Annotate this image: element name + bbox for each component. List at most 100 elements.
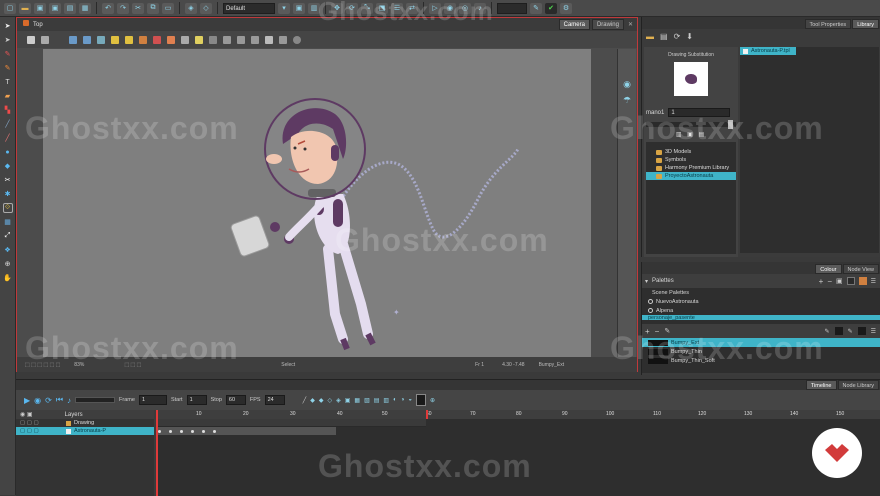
ease-icon[interactable]: ◐ (393, 397, 397, 403)
insert-frame-icon[interactable]: ▦ (354, 397, 360, 404)
keyframe-dot[interactable] (202, 429, 205, 433)
key-icon[interactable]: ◆ (310, 397, 315, 404)
zoom-timeline-icon[interactable]: ⊕ (430, 397, 435, 404)
redo-icon[interactable]: ↷ (117, 2, 129, 14)
keyframe-dot[interactable] (169, 429, 172, 433)
palette-item[interactable]: personaje_pasente (642, 315, 880, 320)
swatch-brush-icon[interactable]: ✎ (825, 328, 830, 335)
library-import-icon[interactable]: ⬇ (686, 32, 693, 41)
layer-row[interactable]: ▢ ▢ ▢ Drawing (16, 419, 154, 427)
keyframe-dot[interactable] (158, 429, 161, 433)
layer-toggles[interactable]: ▢ ▢ ▢ (16, 428, 66, 434)
onion-prev-icon[interactable]: ╱ (303, 397, 307, 404)
tool-preset-select[interactable] (497, 2, 527, 14)
pencil-icon[interactable] (167, 35, 175, 44)
bulb-icon[interactable] (195, 35, 203, 44)
library-tree-item[interactable]: Harmony Premium Library (646, 164, 736, 172)
tab-node-library[interactable]: Node Library (837, 380, 879, 390)
astronaut-layer-cells[interactable] (156, 427, 336, 435)
transform-tool-icon[interactable]: ⟐ (2, 203, 13, 213)
lock-timeline-icon[interactable]: ◒ (408, 397, 412, 403)
palette-menu-icon[interactable]: ☰ (871, 278, 876, 285)
frame-field[interactable]: 1 (138, 395, 167, 405)
safe-area-icon[interactable] (69, 35, 77, 44)
tab-tool-properties[interactable]: Tool Properties (804, 19, 852, 29)
swatch-pencil-icon[interactable]: ✎ (848, 328, 853, 335)
library-tree-item[interactable]: Symbols (646, 156, 736, 164)
stop-field[interactable]: 60 (225, 395, 246, 405)
grid-toggle-icon[interactable] (83, 35, 91, 44)
library-tree-item[interactable]: ProyectoAstronauta (646, 172, 736, 180)
palette-options-icon[interactable] (846, 277, 855, 285)
print-icon[interactable]: ▤ (64, 2, 76, 14)
copy-icon[interactable]: ⧉ (147, 2, 159, 14)
palette-item[interactable]: NuevoAstronauta (642, 297, 880, 306)
morph-tool-icon[interactable]: ✱ (3, 189, 13, 199)
brush-preset-icon[interactable]: ✎ (530, 2, 542, 14)
layer-toggles[interactable]: ▢ ▢ ▢ (16, 420, 66, 426)
extend-exposure-icon[interactable]: ▤ (374, 397, 380, 404)
ellipse-tool-icon[interactable]: ● (3, 147, 13, 157)
fps-field[interactable]: 24 (264, 395, 285, 405)
camera-mask-icon[interactable] (237, 35, 245, 44)
paint-bucket-icon[interactable]: ▚ (3, 105, 13, 115)
layer-props-icon[interactable]: ▥ (383, 397, 389, 404)
cutter-tool-icon[interactable]: ✂ (3, 175, 13, 185)
select-tool-icon[interactable]: ➤ (3, 21, 13, 31)
shading-icon[interactable]: ☂ (622, 95, 632, 105)
save-as-icon[interactable]: ▣ (49, 2, 61, 14)
palette-item[interactable]: Alpena (642, 306, 880, 315)
zoom-fit-icon[interactable] (279, 35, 287, 44)
library-folder-icon[interactable]: ▬ (646, 32, 654, 41)
remove-keyframe-icon[interactable]: ◇ (327, 397, 332, 404)
view-settings-icon[interactable] (41, 35, 49, 44)
pencil-tool-icon[interactable]: ✎ (3, 63, 13, 73)
palette-browser-icon[interactable] (858, 277, 867, 285)
new-file-icon[interactable]: ▢ (4, 2, 16, 14)
lock-icon[interactable] (125, 35, 133, 44)
dropper-tool-icon[interactable]: ⤢ (3, 231, 13, 241)
zoom-tool-icon[interactable]: ⊕ (3, 259, 13, 269)
eraser-tool-icon[interactable]: ▰ (3, 91, 13, 101)
sound-scrub-icon[interactable]: ♪ (67, 396, 71, 405)
view-reset-icon[interactable] (27, 35, 35, 44)
panel-menu-icon[interactable]: ✕ (628, 21, 633, 28)
shade-icon[interactable] (209, 35, 217, 44)
drawing-canvas[interactable]: ✦ (43, 49, 591, 357)
layers-toggle-icons[interactable]: ◉ ▣ (20, 411, 33, 418)
hand-tool-icon[interactable]: ✋ (3, 273, 13, 283)
remove-palette-icon[interactable]: − (827, 277, 832, 286)
selected-tool-icon[interactable] (415, 394, 426, 406)
tab-timeline[interactable]: Timeline (805, 380, 837, 390)
play-icon[interactable]: ▶ (24, 396, 30, 405)
cut-icon[interactable]: ✂ (132, 2, 144, 14)
light-table-icon[interactable] (111, 35, 119, 44)
stop-motion-keyframe-icon[interactable]: ▣ (345, 397, 351, 404)
tab-colour[interactable]: Colour (815, 264, 842, 274)
loop-icon[interactable]: ⟳ (45, 396, 52, 405)
onion-skin-icon[interactable] (97, 35, 105, 44)
library-tree-item[interactable]: 3D Models (646, 148, 736, 156)
current-colour-swatch[interactable] (834, 327, 843, 335)
polyline-tool-icon[interactable]: ╱ (3, 133, 13, 143)
line-tool-icon[interactable]: ╱ (3, 119, 13, 129)
save-icon[interactable]: ▣ (34, 2, 46, 14)
send-backward-icon[interactable]: ◇ (200, 2, 212, 14)
tab-drawing[interactable]: Drawing (591, 19, 624, 30)
library-refresh-icon[interactable]: ⟳ (674, 32, 681, 41)
library-file-item[interactable]: Astronauta-P.tpl (740, 47, 796, 55)
camera-view-home-icon[interactable] (23, 20, 29, 26)
onion-skin-toggle-icon[interactable]: ◑ (401, 397, 405, 403)
brush-tool-icon[interactable]: ✎ (3, 49, 13, 59)
playhead[interactable] (156, 410, 158, 496)
secondary-colour-swatch[interactable] (857, 327, 866, 335)
harmony-logo-icon[interactable]: ✔ (545, 2, 557, 14)
bring-forward-icon[interactable]: ◈ (185, 2, 197, 14)
drawing-layer-cells[interactable] (156, 419, 426, 427)
brush-icon[interactable] (153, 35, 161, 44)
first-frame-icon[interactable]: ⏮ (56, 395, 63, 405)
stop-marker[interactable] (426, 410, 428, 419)
open-folder-icon[interactable]: ▬ (19, 2, 31, 14)
pivot-icon[interactable] (139, 35, 147, 44)
settings-icon[interactable]: ⚙ (560, 2, 572, 14)
